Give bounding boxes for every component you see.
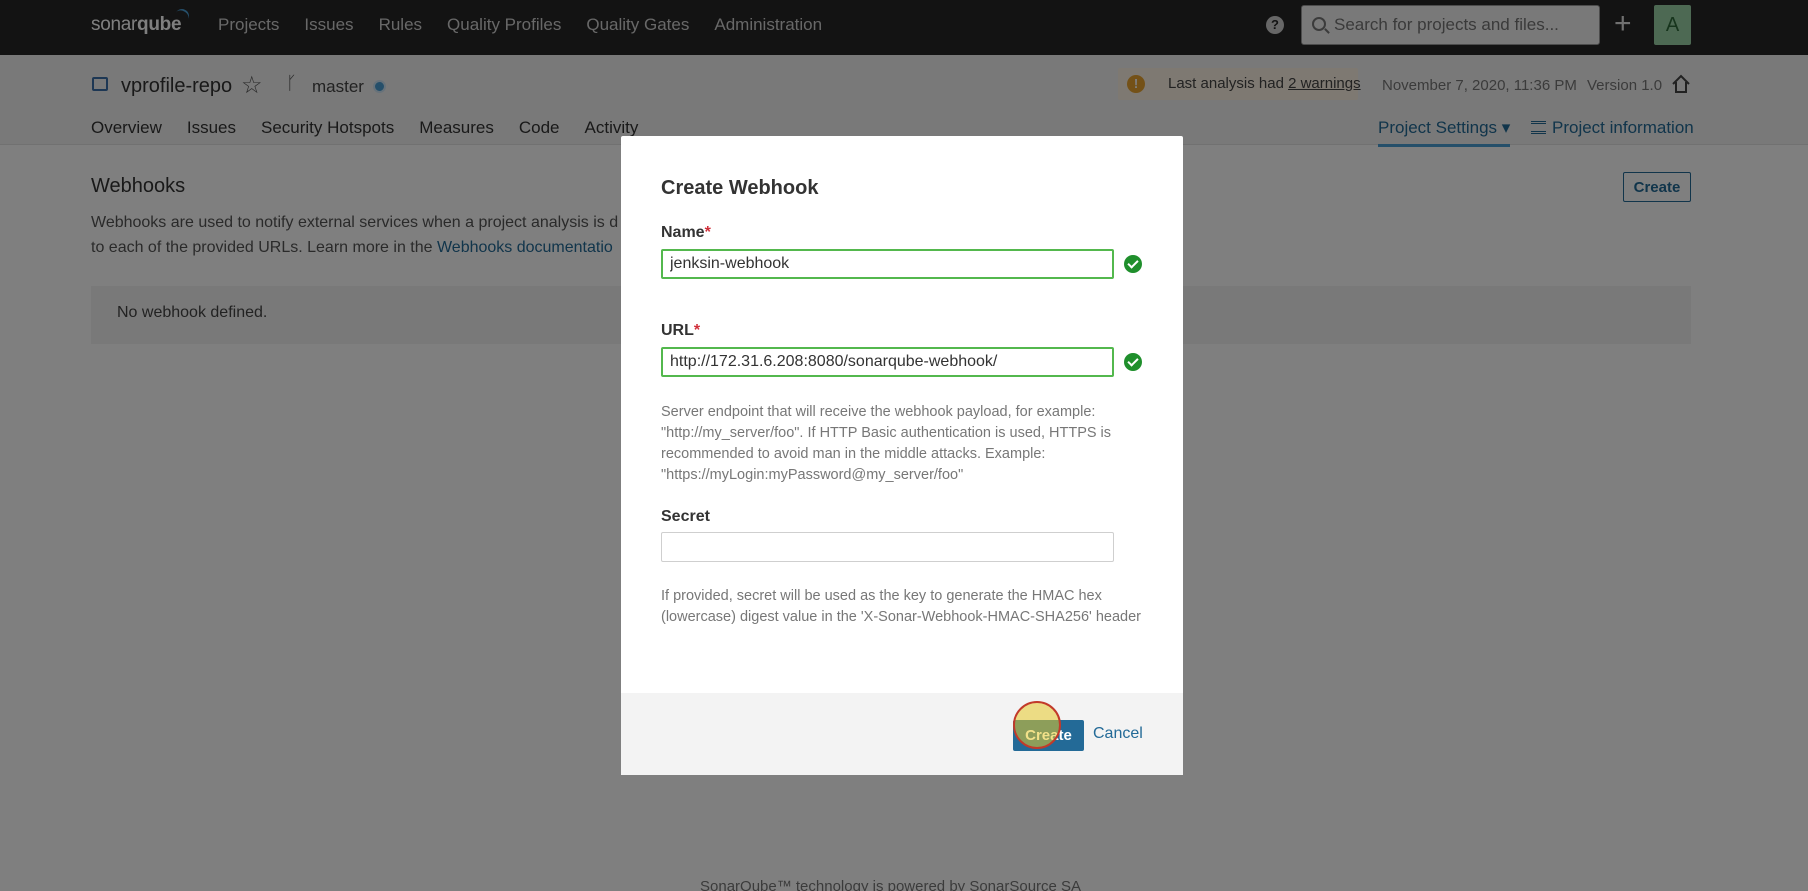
cancel-button[interactable]: Cancel <box>1093 725 1143 743</box>
url-label-text: URL <box>661 322 694 339</box>
url-input[interactable] <box>661 347 1114 377</box>
required-mark: * <box>693 322 701 339</box>
name-label-text: Name <box>661 224 705 241</box>
name-input[interactable] <box>661 249 1114 279</box>
url-help-text: Server endpoint that will receive the we… <box>661 404 1112 483</box>
modal-footer: Create Cancel <box>621 693 1183 775</box>
secret-input[interactable] <box>661 532 1114 562</box>
click-indicator <box>1013 701 1061 749</box>
required-mark: * <box>704 224 711 241</box>
name-field-label: Name* <box>661 224 711 242</box>
check-icon <box>1124 255 1142 273</box>
modal-title: Create Webhook <box>661 177 819 199</box>
secret-help-text: If provided, secret will be used as the … <box>661 588 1141 625</box>
check-icon <box>1124 353 1142 371</box>
create-webhook-modal: Create Webhook Name* URL* Server endpoin… <box>621 136 1183 775</box>
secret-field-label: Secret <box>661 508 710 525</box>
url-field-label: URL* <box>661 322 700 340</box>
